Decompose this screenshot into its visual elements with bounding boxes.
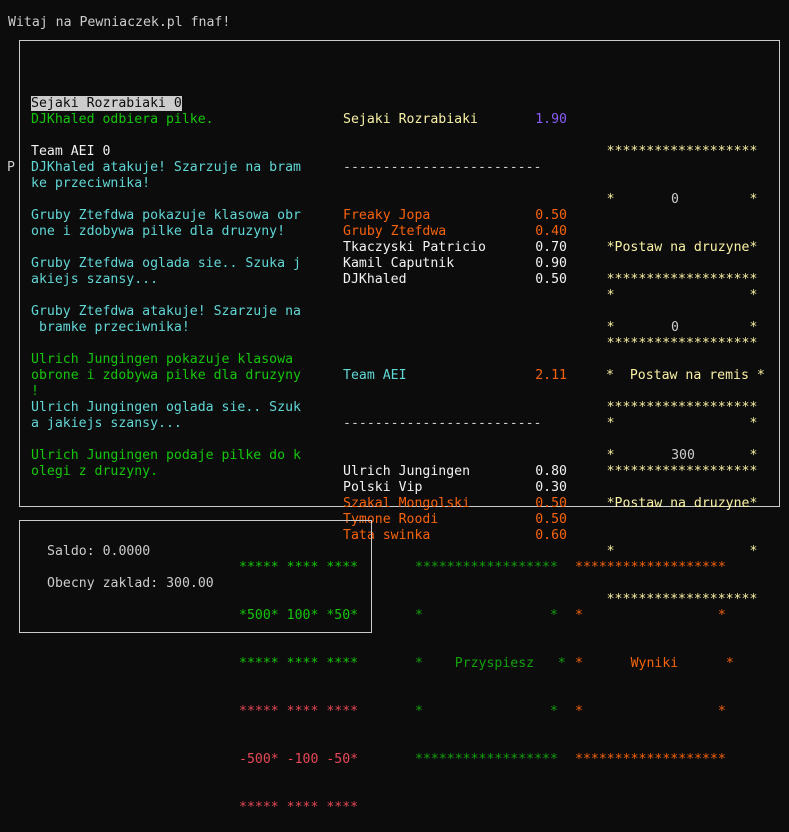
player-rating: 0.80 <box>535 464 567 479</box>
player-row: Szakal Mongolski 0.50 <box>343 496 567 512</box>
player-rating: 0.50 <box>535 496 567 511</box>
player-row: Gruby Ztefdwa 0.40 <box>343 224 567 240</box>
speed-up-button[interactable]: ****************** * * * Przyspiesz * * … <box>415 528 566 784</box>
match-log: DJKhaled odbiera pilke. DJKhaled atakuje!… <box>31 112 301 480</box>
log-line: Gruby Ztefdwa oglada sie.. Szuka j <box>31 256 301 271</box>
bet-draw-amount: 0 <box>671 320 679 335</box>
player-rating: 0.40 <box>535 224 567 239</box>
team-a-roster: Sejaki Rozrabiaki 1.90 -----------------… <box>343 80 567 304</box>
speed-side: * * <box>415 608 558 623</box>
player-row: Kamil Caputnik 0.90 <box>343 256 567 272</box>
log-line: Ulrich Jungingen pokazuje klasowa <box>31 352 294 367</box>
log-line: bramke przeciwnika! <box>31 320 190 335</box>
bet-team2-label: *Postaw na druzyne* <box>606 496 758 511</box>
player-rating: 0.90 <box>535 256 567 271</box>
player-name: Polski Vip <box>343 480 423 495</box>
speed-border: ****************** <box>415 752 558 767</box>
log-line: Gruby Ztefdwa atakuje! Szarzuje na <box>31 304 301 319</box>
bet-team1-amount: 0 <box>671 192 679 207</box>
team-b-odds: 2.11 <box>535 368 567 383</box>
bet-team2-amount: 300 <box>671 448 695 463</box>
log-line: DJKhaled odbiera pilke. <box>31 112 214 127</box>
speed-label: * Przyspiesz * <box>415 656 566 671</box>
results-label: * Wyniki * <box>575 656 734 671</box>
stake-label: Obecny zaklad: 300.00 <box>47 576 214 591</box>
bet-border: ******************* <box>606 144 758 159</box>
team-b-name: Team AEI <box>343 368 407 383</box>
minus-stake-buttons[interactable]: -500* -100 -50* <box>239 752 358 768</box>
player-name: DJKhaled <box>343 272 407 287</box>
bet-border: ******************* <box>606 400 758 415</box>
team-a-odds: 1.90 <box>535 112 567 127</box>
results-side: * * <box>575 608 726 623</box>
log-line: one i zdobywa pilke dla druzyny! <box>31 224 286 239</box>
saldo-label: Saldo: 0.0000 <box>47 544 151 559</box>
player-row: Tkaczyski Patricio 0.70 <box>343 240 567 256</box>
player-row: Freaky Jopa 0.50 <box>343 208 567 224</box>
team1-score[interactable]: Sejaki Rozrabiaki 0 <box>31 96 182 111</box>
player-rating: 0.30 <box>535 480 567 495</box>
team-a-name: Sejaki Rozrabiaki <box>343 112 478 127</box>
player-row: Tymone Roodi 0.50 <box>343 512 567 528</box>
minus-border: ***** **** **** <box>239 800 359 815</box>
team-b-roster: Team AEI 2.11 ------------------------- … <box>343 336 567 560</box>
player-name: Freaky Jopa <box>343 208 431 223</box>
player-rating: 0.70 <box>535 240 567 255</box>
log-line: Gruby Ztefdwa pokazuje klasowa obr <box>31 208 301 223</box>
results-button[interactable]: ******************* * * * Wyniki * * * *… <box>575 528 734 784</box>
results-border: ******************* <box>575 752 726 767</box>
player-rating: 0.50 <box>535 208 567 223</box>
bet-border: ******************* <box>606 272 758 287</box>
plus-border: ***** **** **** <box>239 560 359 575</box>
plus-stake-buttons[interactable]: *500* 100* *50* <box>239 608 358 624</box>
player-name: Szakal Mongolski <box>343 496 471 511</box>
player-row: DJKhaled 0.50 <box>343 272 567 288</box>
minus-border: ***** **** **** <box>239 704 359 719</box>
speed-side: * * <box>415 704 558 719</box>
log-line: Ulrich Jungingen podaje pilke do k <box>31 448 301 463</box>
log-line: Ulrich Jungingen oglada sie.. Szuk <box>31 400 301 415</box>
team-a-divider: ------------------------- <box>343 160 542 175</box>
plus-border: ***** **** **** <box>239 656 359 671</box>
player-row: Polski Vip 0.30 <box>343 480 567 496</box>
log-line: DJKhaled atakuje! Szarzuje na bram <box>31 160 301 175</box>
results-side: * * <box>575 704 726 719</box>
log-line: ! <box>31 384 39 399</box>
player-name: Gruby Ztefdwa <box>343 224 447 239</box>
speed-border: ****************** <box>415 560 558 575</box>
log-line: ke przeciwnika! <box>31 176 151 191</box>
results-border: ******************* <box>575 560 726 575</box>
player-rating: 0.50 <box>535 272 567 287</box>
player-rating: 0.50 <box>535 512 567 527</box>
team-b-divider: ------------------------- <box>343 416 542 431</box>
player-name: Ulrich Jungingen <box>343 464 471 479</box>
log-line: obrone i zdobywa pilke dla druzyny <box>31 368 301 383</box>
log-line: akiejs szansy... <box>31 272 159 287</box>
log-line: a jakiejs szansy... <box>31 416 182 431</box>
player-name: Tkaczyski Patricio <box>343 240 486 255</box>
app-title: Witaj na Pewniaczek.pl fnaf! <box>8 15 231 30</box>
stake-buttons: ***** **** **** *500* 100* *50* ***** **… <box>239 528 358 832</box>
player-row: Ulrich Jungingen 0.80 <box>343 464 567 480</box>
log-line: olegi z druzyny. <box>31 464 159 479</box>
left-marker: P <box>7 160 15 175</box>
player-name: Kamil Caputnik <box>343 256 455 271</box>
